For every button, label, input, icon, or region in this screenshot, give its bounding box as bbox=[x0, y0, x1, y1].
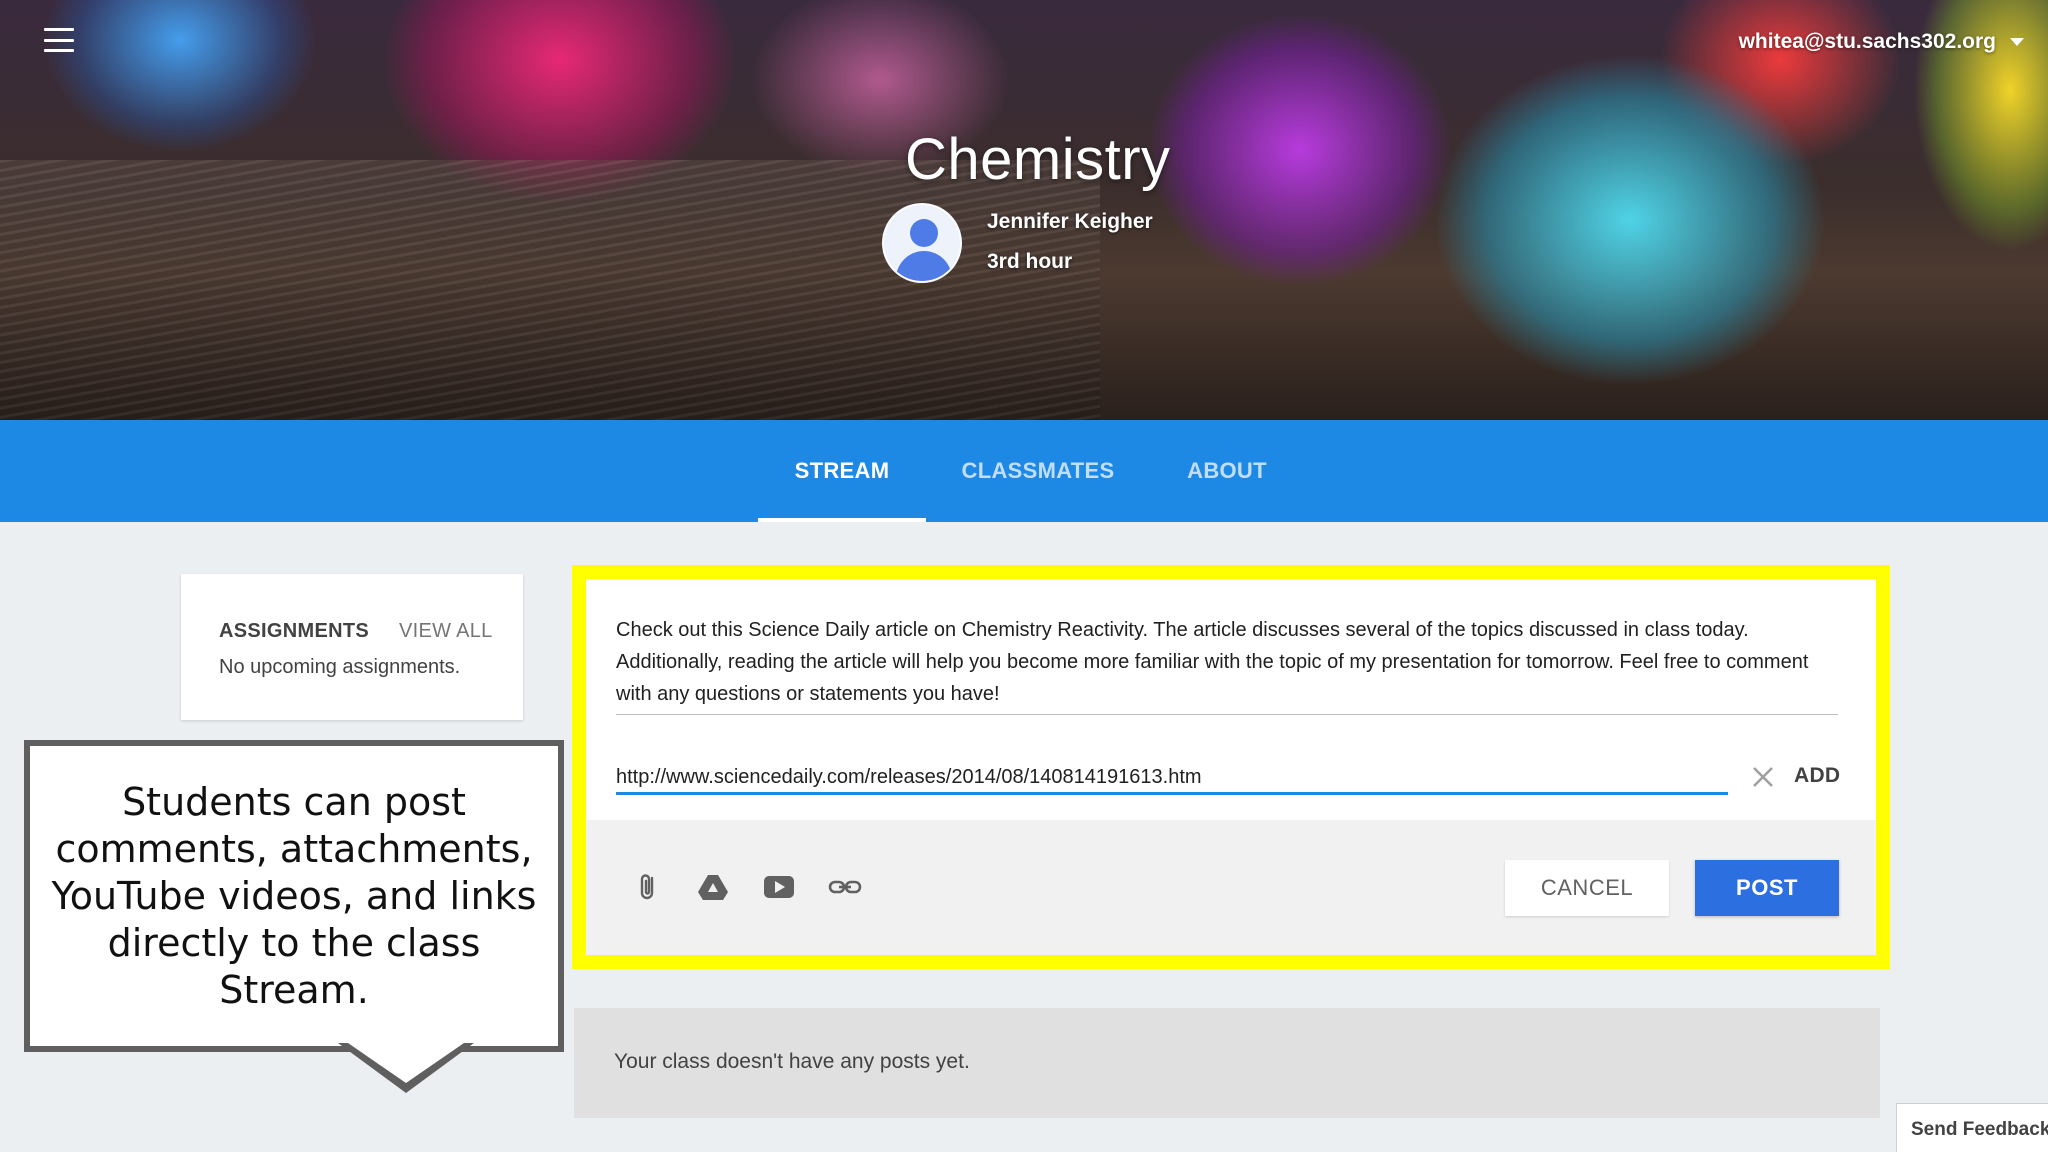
post-button[interactable]: POST bbox=[1695, 860, 1839, 916]
paperclip-icon[interactable] bbox=[632, 870, 666, 904]
caret-down-icon bbox=[2010, 38, 2024, 46]
hamburger-menu-icon[interactable] bbox=[44, 28, 74, 52]
drive-icon[interactable] bbox=[696, 870, 730, 904]
youtube-icon[interactable] bbox=[762, 870, 796, 904]
view-all-link[interactable]: VIEW ALL bbox=[399, 620, 493, 643]
account-switcher[interactable]: whitea@stu.sachs302.org bbox=[1739, 30, 2024, 54]
assignments-card: ASSIGNMENTS VIEW ALL No upcoming assignm… bbox=[181, 574, 523, 720]
no-posts-text: Your class doesn't have any posts yet. bbox=[614, 1050, 970, 1073]
teacher-avatar bbox=[882, 203, 962, 283]
send-feedback-button[interactable]: Send Feedback bbox=[1896, 1103, 2048, 1152]
teacher-name: Jennifer Keigher bbox=[987, 210, 1153, 233]
link-url-input[interactable] bbox=[616, 762, 1728, 792]
annotation-callout: Students can post comments, attachments,… bbox=[24, 740, 564, 1052]
class-section: 3rd hour bbox=[987, 250, 1073, 273]
close-icon[interactable] bbox=[1750, 764, 1776, 790]
tab-stream[interactable]: STREAM bbox=[758, 420, 926, 522]
add-link-button[interactable]: ADD bbox=[1794, 764, 1840, 788]
cancel-button[interactable]: CANCEL bbox=[1505, 860, 1669, 916]
no-assignments-text: No upcoming assignments. bbox=[219, 656, 461, 678]
class-title: Chemistry bbox=[905, 127, 1171, 192]
link-icon[interactable] bbox=[828, 870, 862, 904]
post-text-field[interactable]: Check out this Science Daily article on … bbox=[616, 614, 1836, 710]
tab-classmates[interactable]: CLASSMATES bbox=[950, 420, 1126, 522]
assignments-title: ASSIGNMENTS bbox=[219, 620, 369, 642]
tab-about[interactable]: ABOUT bbox=[1170, 420, 1284, 522]
account-email: whitea@stu.sachs302.org bbox=[1738, 30, 1996, 53]
banner-background-image bbox=[0, 160, 1100, 420]
tab-bar: STREAM CLASSMATES ABOUT bbox=[0, 420, 2048, 522]
link-input-underline bbox=[616, 792, 1728, 795]
callout-text: Students can post comments, attachments,… bbox=[51, 779, 537, 1012]
stream-empty-card: Your class doesn't have any posts yet. bbox=[574, 1008, 1880, 1118]
composer-divider bbox=[616, 714, 1838, 715]
